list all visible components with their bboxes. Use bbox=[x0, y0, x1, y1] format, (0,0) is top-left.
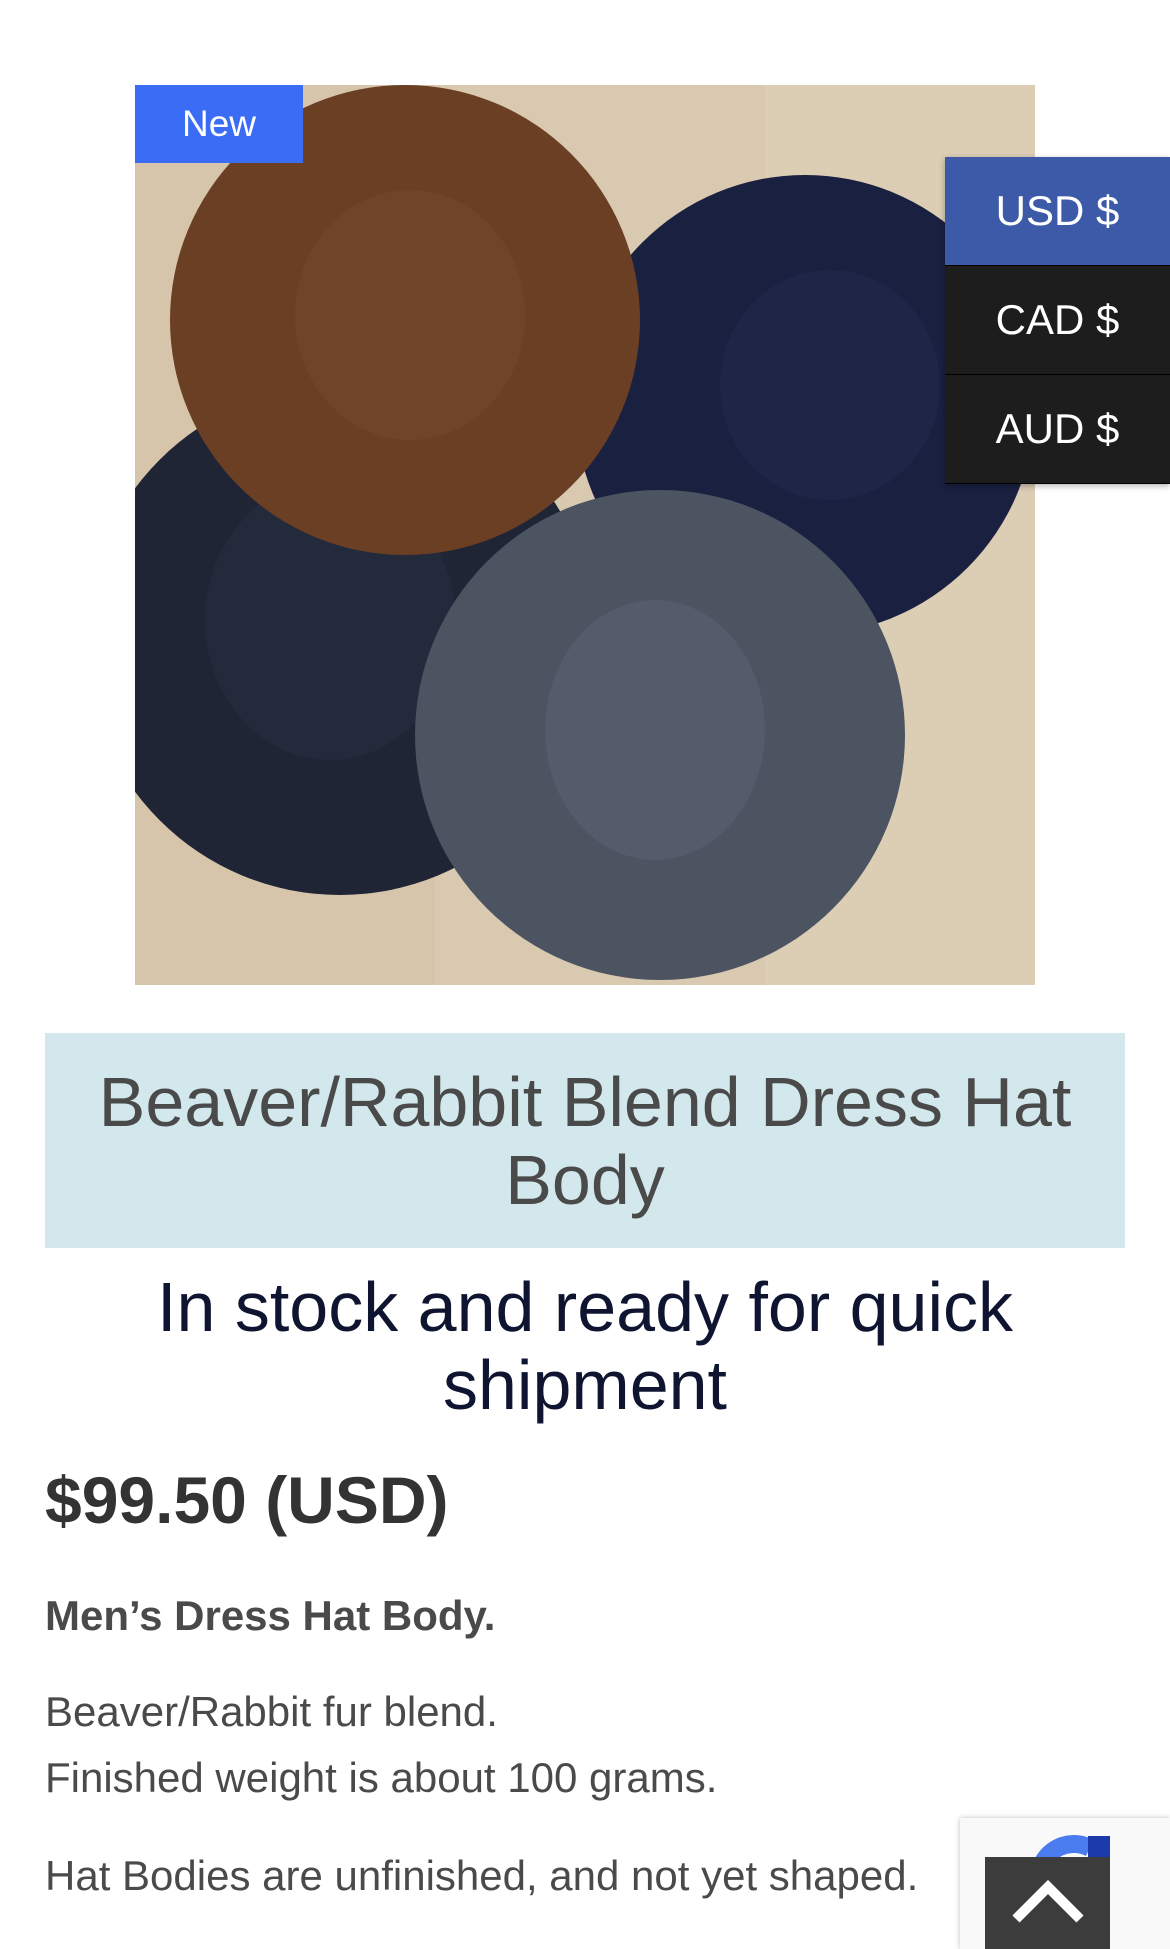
currency-option-cad[interactable]: CAD $ bbox=[945, 266, 1170, 375]
currency-option-usd[interactable]: USD $ bbox=[945, 157, 1170, 266]
currency-option-aud[interactable]: AUD $ bbox=[945, 375, 1170, 484]
hat-bodies-photo bbox=[135, 85, 1035, 985]
scroll-to-top-button[interactable] bbox=[985, 1857, 1110, 1949]
new-badge: New bbox=[135, 85, 303, 163]
description-line: Hat Bodies are unfinished, and not yet s… bbox=[45, 1852, 919, 1899]
chevron-up-icon bbox=[1011, 1879, 1084, 1923]
description-heading: Men’s Dress Hat Body. bbox=[45, 1592, 496, 1639]
product-price: $99.50 (USD) bbox=[45, 1463, 449, 1537]
stock-status: In stock and ready for quick shipment bbox=[157, 1268, 1013, 1424]
description-line: Beaver/Rabbit fur blend. bbox=[45, 1688, 498, 1735]
product-title-box: Beaver/Rabbit Blend Dress Hat Body bbox=[45, 1033, 1125, 1248]
description-line: Finished weight is about 100 grams. bbox=[45, 1754, 718, 1801]
product-title: Beaver/Rabbit Blend Dress Hat Body bbox=[98, 1062, 1072, 1219]
currency-switcher[interactable]: USD $ CAD $ AUD $ bbox=[945, 157, 1170, 484]
product-image[interactable] bbox=[135, 85, 1035, 985]
